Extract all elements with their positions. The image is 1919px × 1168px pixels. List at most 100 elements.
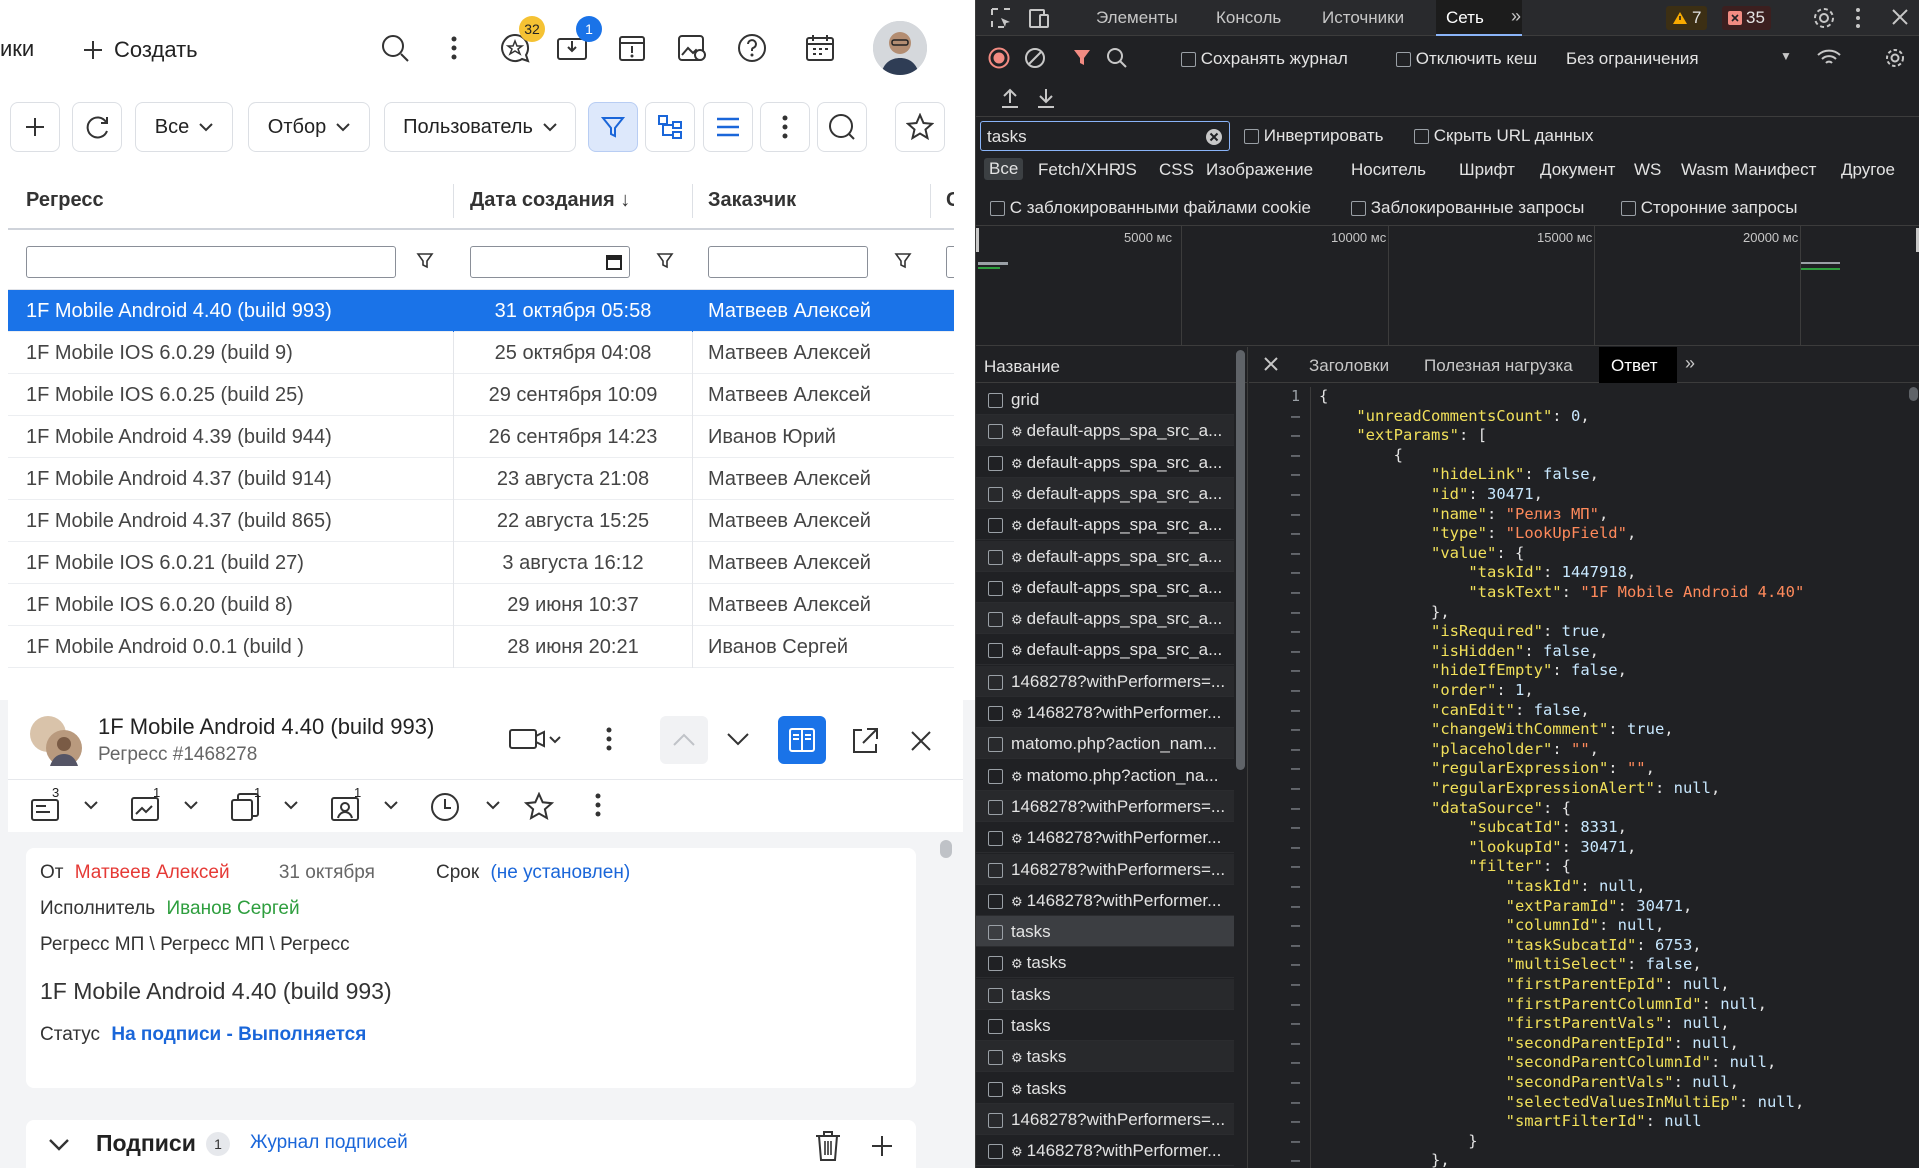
alert-calendar-icon[interactable] xyxy=(612,28,652,68)
col-regress[interactable]: Регресс xyxy=(26,189,104,212)
funnel-icon[interactable] xyxy=(894,252,912,270)
request-row[interactable]: 1468278?withPerformers=... xyxy=(976,1103,1234,1135)
request-checkbox[interactable] xyxy=(988,799,1003,815)
upload-icon[interactable] xyxy=(1000,87,1020,109)
search-icon[interactable] xyxy=(375,28,415,68)
request-row[interactable]: ⚙ 1468278?withPerformer... xyxy=(976,885,1234,916)
more-vertical-icon[interactable] xyxy=(605,726,613,752)
col-created-date[interactable]: Дата создания ↓ xyxy=(470,189,630,212)
type-filter-6[interactable]: Шрифт xyxy=(1459,160,1515,180)
split-view-button[interactable] xyxy=(778,716,826,764)
star-icon[interactable] xyxy=(524,792,554,822)
type-filter-5[interactable]: Носитель xyxy=(1351,160,1426,180)
disable-cache-checkbox[interactable]: Отключить кеш xyxy=(1396,49,1537,69)
signatures-log-link[interactable]: Журнал подписей xyxy=(250,1132,408,1154)
more-vertical-icon[interactable] xyxy=(1855,7,1861,29)
funnel-filter-button[interactable] xyxy=(588,102,638,152)
request-row[interactable]: ⚙ default-apps_spa_src_a... xyxy=(976,572,1234,603)
open-external-icon[interactable] xyxy=(850,726,880,756)
tab-console[interactable]: Консоль xyxy=(1216,8,1281,28)
throttling-dropdown-icon[interactable]: ▼ xyxy=(1780,49,1792,63)
type-filter-10[interactable]: Манифест xyxy=(1734,160,1816,180)
user-avatar[interactable] xyxy=(873,21,927,75)
table-row[interactable]: 1F Mobile IOS 6.0.29 (build 9) 25 октября… xyxy=(8,332,954,374)
request-row[interactable]: ⚙ default-apps_spa_src_a... xyxy=(976,509,1234,541)
chevron-down-icon[interactable] xyxy=(284,800,298,810)
type-filter-1[interactable]: Fetch/XHR xyxy=(1038,160,1121,180)
favorites-chat-icon[interactable]: 32 xyxy=(495,16,545,68)
network-filter-input[interactable]: tasks xyxy=(980,121,1230,151)
request-row[interactable]: tasks xyxy=(976,978,1234,1010)
close-icon[interactable] xyxy=(910,730,932,752)
previous-task-button[interactable] xyxy=(660,716,708,764)
request-checkbox[interactable] xyxy=(988,1019,1003,1035)
request-checkbox[interactable] xyxy=(988,987,1003,1003)
request-checkbox[interactable] xyxy=(988,424,1003,440)
request-checkbox[interactable] xyxy=(988,893,1003,909)
star-button[interactable] xyxy=(895,102,945,152)
more-detail-tabs-icon[interactable]: » xyxy=(1685,353,1695,374)
third-party-checkbox[interactable]: Сторонние запросы xyxy=(1621,198,1798,218)
trash-icon[interactable] xyxy=(814,1130,842,1162)
funnel-icon[interactable] xyxy=(656,252,674,270)
table-row[interactable]: 1F Mobile IOS 6.0.25 (build 25) 29 сентяб… xyxy=(8,374,954,416)
table-row[interactable]: 1F Mobile Android 0.0.1 (build ) 28 июня … xyxy=(8,626,954,668)
request-row[interactable]: matomo.php?action_nam... xyxy=(976,728,1234,760)
request-row[interactable]: ⚙ default-apps_spa_src_a... xyxy=(976,540,1234,572)
request-row[interactable]: ⚙ default-apps_spa_src_a... xyxy=(976,634,1234,666)
chevron-down-icon[interactable] xyxy=(184,800,198,810)
funnel-icon[interactable] xyxy=(416,252,434,270)
next-filter-input[interactable] xyxy=(946,246,954,278)
executor-link[interactable]: Иванов Сергей xyxy=(166,898,299,919)
network-settings-gear-icon[interactable] xyxy=(1884,47,1906,69)
hide-data-urls-checkbox[interactable]: Скрыть URL данных xyxy=(1414,126,1593,146)
request-row[interactable]: ⚙ tasks xyxy=(976,1073,1234,1104)
nav-crumb[interactable]: ики xyxy=(0,36,34,62)
record-stop-icon[interactable] xyxy=(988,47,1010,69)
type-filter-9[interactable]: Wasm xyxy=(1681,160,1729,180)
regress-filter-input[interactable] xyxy=(26,246,396,278)
tab-payload[interactable]: Полезная нагрузка xyxy=(1424,356,1573,376)
request-checkbox[interactable] xyxy=(988,925,1003,941)
request-row[interactable]: tasks xyxy=(976,916,1234,948)
tab-headers[interactable]: Заголовки xyxy=(1309,356,1389,376)
type-filter-4[interactable]: Изображение xyxy=(1206,160,1313,180)
request-checkbox[interactable] xyxy=(988,706,1003,722)
customer-filter-input[interactable] xyxy=(708,246,868,278)
request-row[interactable]: ⚙ 1468278?withPerformer... xyxy=(976,697,1234,728)
request-row[interactable]: ⚙ 1468278?withPerformer... xyxy=(976,1135,1234,1167)
warnings-counter[interactable]: 7 xyxy=(1666,6,1708,30)
request-checkbox[interactable] xyxy=(988,393,1003,409)
request-checkbox[interactable] xyxy=(988,1112,1003,1128)
close-devtools-icon[interactable] xyxy=(1891,8,1909,26)
close-detail-icon[interactable] xyxy=(1263,356,1279,372)
plus-icon[interactable] xyxy=(870,1134,894,1158)
status-link[interactable]: На подписи - Выполняется xyxy=(111,1024,366,1045)
all-dropdown[interactable]: Все xyxy=(135,102,233,152)
request-checkbox[interactable] xyxy=(988,1081,1003,1097)
table-row[interactable]: 1F Mobile IOS 6.0.21 (build 27) 3 августа… xyxy=(8,542,954,584)
inbox-icon[interactable]: 1 xyxy=(552,16,602,68)
col-customer[interactable]: Заказчик xyxy=(708,189,796,212)
tab-network[interactable]: Сеть xyxy=(1446,8,1484,28)
tab-elements[interactable]: Элементы xyxy=(1096,8,1178,28)
table-row[interactable]: 1F Mobile IOS 6.0.20 (build 8) 29 июня 10… xyxy=(8,584,954,626)
chevron-down-icon[interactable] xyxy=(84,800,98,810)
more-vertical-icon[interactable] xyxy=(434,28,474,68)
type-filter-7[interactable]: Документ xyxy=(1540,160,1615,180)
col-next[interactable]: С xyxy=(946,189,954,212)
name-column-header[interactable]: Название xyxy=(976,347,1248,383)
type-filter-2[interactable]: JS xyxy=(1117,160,1137,180)
request-checkbox[interactable] xyxy=(988,455,1003,471)
create-button[interactable]: Создать xyxy=(82,34,198,66)
request-checkbox[interactable] xyxy=(988,486,1003,502)
tab-sources[interactable]: Источники xyxy=(1322,8,1404,28)
calendar-icon[interactable] xyxy=(800,28,840,68)
request-checkbox[interactable] xyxy=(988,518,1003,534)
request-row[interactable]: ⚙ default-apps_spa_src_a... xyxy=(976,415,1234,447)
response-scrollbar[interactable] xyxy=(1909,387,1918,401)
request-checkbox[interactable] xyxy=(988,612,1003,628)
inspect-element-icon[interactable] xyxy=(990,7,1012,29)
type-filter-11[interactable]: Другое xyxy=(1841,160,1895,180)
date-filter-input[interactable] xyxy=(470,246,630,278)
